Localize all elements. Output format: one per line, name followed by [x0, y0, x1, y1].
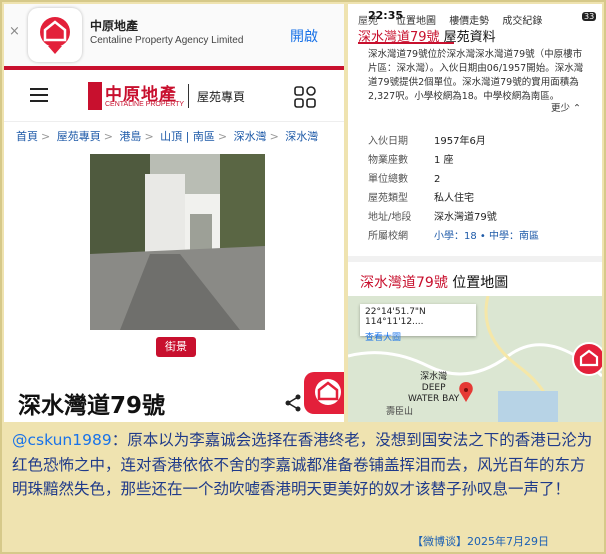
right-screenshot: 屋苑 22:35 位置地圖 樓價走勢 成交紀錄 33 深水灣道79號 屋苑資料 … — [348, 4, 602, 422]
breadcrumb-item[interactable]: 山頂 | 南區 — [160, 130, 215, 143]
location-map[interactable]: 22°14'51.7"N 114°11'12.... 查看大圖 深水灣 DEEP … — [348, 296, 602, 422]
breadcrumb-item[interactable]: 屋苑專頁 — [57, 130, 101, 143]
map-hill-label: 壽臣山 — [386, 407, 414, 417]
brand-logo-icon — [88, 82, 102, 110]
location-map-title: 深水灣道79號 位置地圖 — [360, 275, 509, 291]
floating-home-button[interactable] — [304, 372, 344, 414]
app-name: 中原地產 — [90, 19, 139, 33]
app-banner: × 中原地產 Centaline Property Agency Limited… — [4, 4, 344, 66]
street-view-tag[interactable]: 街景 — [156, 337, 196, 357]
show-less-button[interactable]: 更少 ⌃ — [551, 100, 581, 114]
section-label: 屋苑專頁 — [197, 90, 246, 104]
estate-description: 深水灣道79號位於深水灣深水灣道79號（中原樓市片區：深水灣）。入伙日期由06/… — [368, 49, 584, 102]
section-divider — [348, 256, 602, 262]
info-row: 單位總數 2 — [368, 174, 441, 185]
view-larger-map-link[interactable]: 查看大圖 — [365, 330, 471, 343]
app-subtitle: Centaline Property Agency Limited — [90, 35, 244, 46]
menu-icon[interactable] — [30, 88, 48, 102]
brand-name-en: CENTALINE PROPERTY — [105, 101, 185, 108]
breadcrumb-item[interactable]: 深水灣 — [234, 130, 267, 143]
breadcrumb: 首頁 > 屋苑專頁 > 港島 > 山頂 | 南區 > 深水灣 > 深水灣 — [16, 130, 319, 143]
brand-separator — [188, 84, 189, 108]
info-row: 物業座數 1 座 — [368, 155, 454, 166]
close-icon[interactable]: × — [9, 24, 20, 39]
left-screenshot: × 中原地產 Centaline Property Agency Limited… — [4, 4, 344, 422]
property-title: 深水灣道79號 — [18, 393, 166, 419]
breadcrumb-item[interactable]: 首頁 — [16, 130, 38, 143]
info-row: 屋苑類型 私人住宅 — [368, 193, 474, 204]
weibo-caption: @cskun1989：原本以为李嘉诚会选择在香港终老，没想到国安法之下的香港已沦… — [12, 428, 600, 502]
caption-username: @cskun1989 — [12, 431, 112, 449]
school-net-link[interactable]: 小學：18 • 中學：南區 — [434, 231, 539, 242]
info-row: 地址/地段 深水灣道79號 — [368, 212, 497, 223]
estate-info-table: 入伙日期 1957年6月 物業座數 1 座 單位總數 2 屋苑類型 私人住宅 地址/地段… — [368, 132, 588, 246]
breadcrumb-item[interactable]: 深水灣 — [285, 130, 318, 143]
info-row: 入伙日期 1957年6月 — [368, 136, 486, 147]
site-header: 中原地產 CENTALINE PROPERTY 屋苑專頁 — [4, 70, 344, 122]
open-app-button[interactable]: 開啟 — [290, 26, 318, 46]
app-logo-icon — [28, 8, 82, 62]
info-row: 所屬校網 小學：18 • 中學：南區 — [368, 231, 539, 242]
share-icon[interactable] — [284, 394, 302, 412]
section-nav: 位置地圖 樓價走勢 成交紀錄 — [396, 12, 552, 27]
source-stamp: 【微博谈】2025年7月29日 — [412, 535, 549, 548]
map-place-label: 深水灣 DEEP WATER BAY — [408, 372, 460, 404]
floating-home-icon[interactable] — [572, 342, 602, 376]
nav-tab-transactions[interactable]: 成交紀錄 — [502, 16, 542, 27]
street-view-photo[interactable] — [90, 154, 265, 330]
apps-grid-icon[interactable] — [294, 86, 316, 108]
map-coordinate-card: 22°14'51.7"N 114°11'12.... 查看大圖 — [360, 304, 476, 343]
breadcrumb-item[interactable]: 港島 — [119, 130, 141, 143]
map-coordinates: 22°14'51.7"N 114°11'12.... — [365, 307, 426, 327]
title-underline — [358, 42, 454, 44]
battery-icon: 33 — [582, 12, 597, 21]
